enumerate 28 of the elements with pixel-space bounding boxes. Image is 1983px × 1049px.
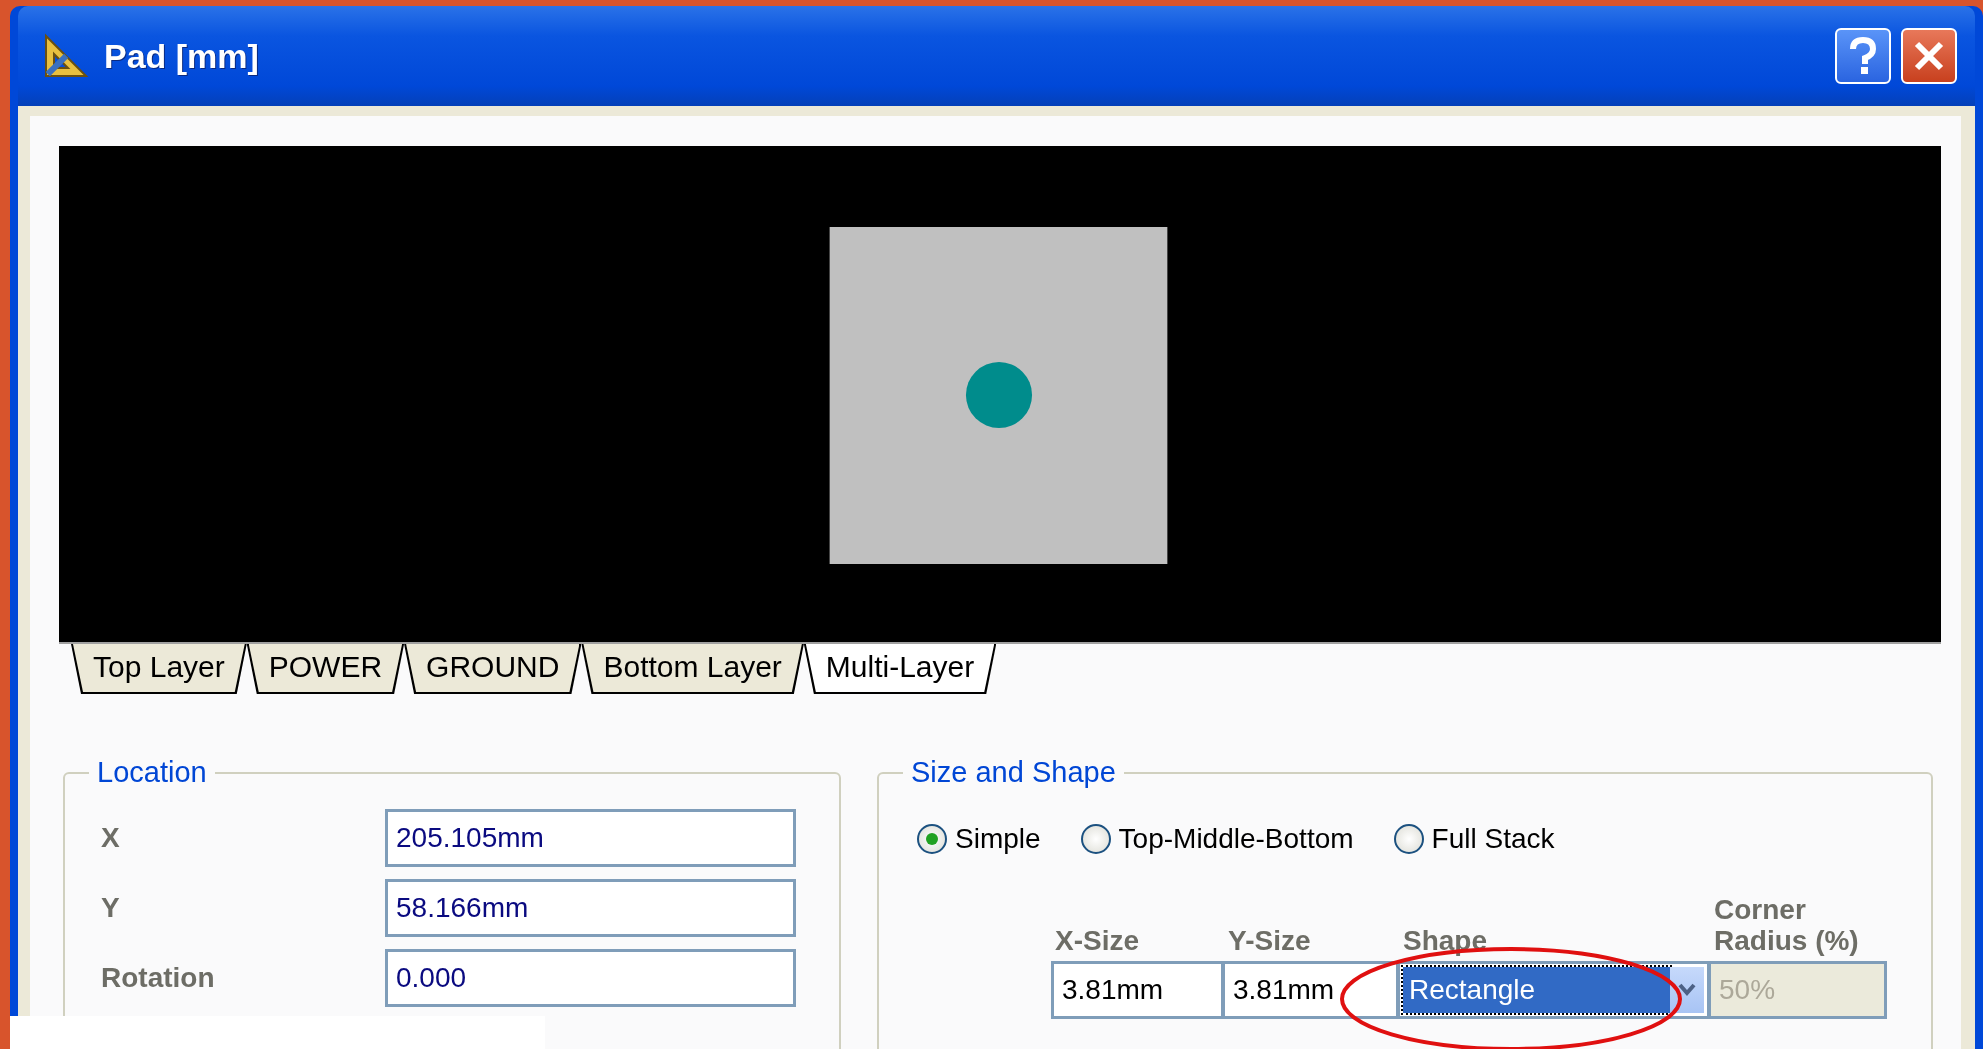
input-field[interactable]: 3.81mm [1051,960,1224,1019]
radio-button[interactable]: Simple [917,823,1041,855]
column-header: Y-Size [1227,925,1312,958]
input-field[interactable]: 3.81mm [1224,960,1399,1019]
input-field[interactable]: 0.000 [385,949,796,1007]
column-header: Shape [1402,925,1489,958]
input-field[interactable]: 58.166mm [385,879,796,937]
column-header: Corner Radius (%) [1713,895,1860,958]
close-icon [1912,39,1946,73]
layer-tab[interactable]: GROUND [404,644,582,694]
chevron-down-icon [1678,982,1696,997]
shape-dropdown[interactable]: Rectangle [1399,960,1710,1019]
column-header: X-Size [1054,925,1141,958]
input-field[interactable]: 205.105mm [385,809,796,867]
window-title: Pad [mm] [104,36,260,76]
layer-tab[interactable]: POWER [246,644,405,694]
group-title: Size and Shape [910,756,1117,789]
layer-tab[interactable]: Top Layer [71,644,247,694]
radio-button[interactable]: Top-Middle-Bottom [1080,823,1354,855]
group-title: Location [96,756,208,789]
layer-tab[interactable]: Multi-Layer [803,644,997,694]
field-label: Rotation [100,962,216,994]
close-button[interactable] [1901,28,1957,84]
layer-tab[interactable]: Bottom Layer [581,644,804,694]
radio-button[interactable]: Full Stack [1393,823,1555,855]
help-button[interactable] [1835,28,1891,84]
field-label: X [100,822,121,854]
field-label: Y [100,892,121,924]
